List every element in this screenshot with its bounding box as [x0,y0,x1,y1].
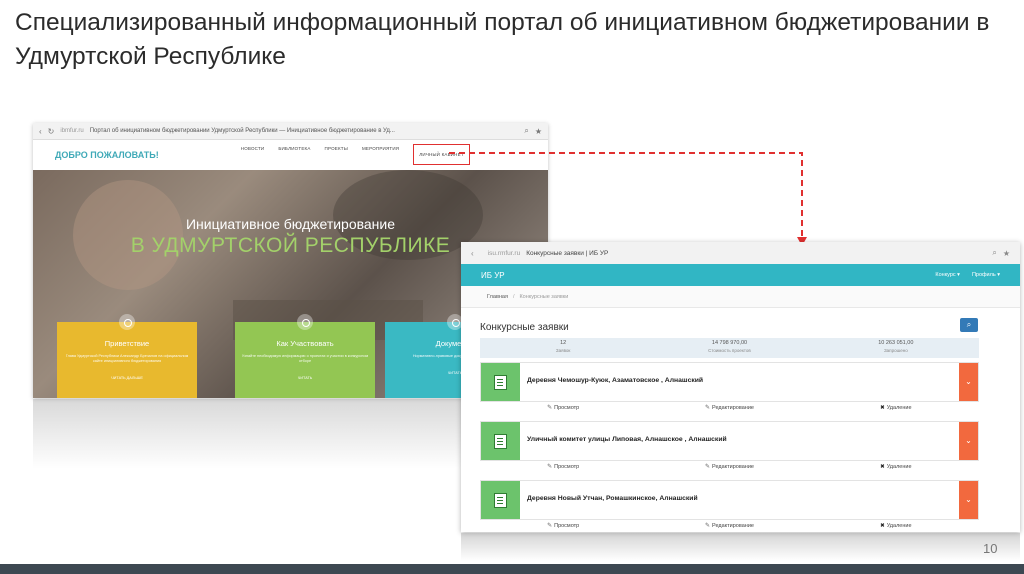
browser-bar: ‹ ↻ ibmfur.ru Портал об инициативном бюд… [33,123,548,140]
delete-link[interactable]: ✖ Удаление [813,461,979,474]
footer-bar [0,564,1024,574]
menu-item-library[interactable]: БИБЛИОТЕКА [278,146,310,165]
breadcrumb: Главная / Конкурсные заявки [461,286,1020,308]
chevron-down-icon[interactable]: ⌄ [959,481,978,519]
tab-title: Конкурсные заявки | ИБ УР [526,249,609,257]
search-icon[interactable]: ⌕ [524,126,528,136]
pencil-icon: ✎ [547,464,553,470]
card-how-to-participate[interactable]: Как Участвовать Узнайте необходимую инфо… [235,314,375,398]
address-bar[interactable]: ibmfur.ru [60,128,83,134]
stat-value: 10 263 051,00 [878,340,914,346]
view-link[interactable]: ✎ Просмотр [480,402,646,415]
stat-requested: 10 263 051,00 Запрошено [813,338,979,358]
chevron-down-icon[interactable]: ⌄ [959,422,978,460]
app-header: ИБ УР Конкурс ▾ Профиль ▾ [461,264,1020,286]
application-actions: ✎ Просмотр ✎ Редактирование ✖ Удаление [480,402,979,415]
edit-link[interactable]: ✎ Редактирование [646,402,812,415]
page-number: 10 [983,541,998,556]
view-link[interactable]: ✎ Просмотр [480,461,646,474]
pencil-icon: ✎ [547,523,553,529]
back-icon[interactable]: ‹ [471,249,474,258]
stat-value: 14 798 970,00 [711,340,748,346]
application-actions: ✎ Просмотр ✎ Редактирование ✖ Удаление [480,520,979,532]
bookmark-icon[interactable]: ★ [535,127,542,136]
delete-link[interactable]: ✖ Удаление [813,402,979,415]
edit-link[interactable]: ✎ Редактирование [646,520,812,532]
document-icon [481,363,520,401]
stat-label: Заявок [555,348,571,353]
main-menu: НОВОСТИ БИБЛИОТЕКА ПРОЕКТЫ МЕРОПРИЯТИЯ Л… [241,143,470,165]
card-title: Как Участвовать [276,339,334,348]
bookmark-icon[interactable]: ★ [1003,249,1010,258]
document-icon [481,481,520,519]
welcome-text: ДОБРО ПОЖАЛОВАТЬ! [55,150,159,160]
application-row[interactable]: Деревня Чемошур-Куюк, Азаматовское , Алн… [480,362,979,402]
pencil-icon: ✎ [547,405,553,411]
page-title: Конкурсные заявки [480,322,569,333]
back-icon[interactable]: ‹ [39,127,42,136]
menu-contest-dropdown[interactable]: Конкурс ▾ [935,272,960,278]
card-greeting[interactable]: Приветствие Глава Удмуртской Республики … [57,314,197,398]
search-button[interactable]: ⌕ [960,318,978,332]
pencil-icon: ✎ [705,523,711,529]
browser-bar: ‹ isu.rmfur.ru Конкурсные заявки | ИБ УР… [461,242,1020,264]
award-icon [119,314,135,330]
reload-icon[interactable]: ↻ [48,127,55,136]
card-text: Глава Удмуртской Республики Александр Бр… [65,354,189,363]
pencil-icon: ✎ [705,464,711,470]
stat-label: Запрошено [883,348,908,353]
menu-item-projects[interactable]: ПРОЕКТЫ [325,146,348,165]
document-icon [481,422,520,460]
menu-profile-dropdown[interactable]: Профиль ▾ [972,272,1000,278]
card-title: Приветствие [104,339,150,348]
stat-value: 12 [560,340,567,346]
close-icon: ✖ [880,464,885,470]
application-title: Уличный комитет улицы Липовая, Алнашское… [527,436,727,443]
screenshot-reflection [461,533,1020,561]
breadcrumb-home[interactable]: Главная [487,294,508,300]
slide-title: Специализированный информационный портал… [15,9,990,70]
application-row[interactable]: Уличный комитет улицы Липовая, Алнашское… [480,421,979,461]
card-read-more-link[interactable]: ЧИТАТЬ [241,376,369,380]
leaf-icon [297,314,313,330]
close-icon: ✖ [880,405,885,411]
card-read-more-link[interactable]: ЧИТАТЬ ДАЛЬШЕ [63,376,191,380]
application-row[interactable]: Деревня Новый Утчан, Ромашкинское, Алнаш… [480,480,979,520]
search-icon: ⌕ [966,320,972,329]
stats-bar: 12 Заявок 14 798 970,00 Стоимость проект… [480,338,979,358]
delete-link[interactable]: ✖ Удаление [813,520,979,532]
close-icon: ✖ [880,523,885,529]
search-icon[interactable]: ⌕ [992,248,996,258]
menu-item-events[interactable]: МЕРОПРИЯТИЯ [362,146,399,165]
card-text: Узнайте необходимую информацию о проекта… [241,354,369,363]
breadcrumb-current: Конкурсные заявки [519,293,569,300]
application-title: Деревня Чемошур-Куюк, Азаматовское , Алн… [527,377,704,384]
pencil-icon: ✎ [705,405,711,411]
tab-title: Портал об инициативном бюджетировании Уд… [89,128,395,134]
application-title: Деревня Новый Утчан, Ромашкинское, Алнаш… [527,495,698,502]
applications-page-screenshot: ‹ isu.rmfur.ru Конкурсные заявки | ИБ УР… [461,242,1020,532]
edit-link[interactable]: ✎ Редактирование [646,461,812,474]
stat-label: Стоимость проектов [708,348,751,353]
view-link[interactable]: ✎ Просмотр [480,520,646,532]
menu-item-news[interactable]: НОВОСТИ [241,146,265,165]
application-actions: ✎ Просмотр ✎ Редактирование ✖ Удаление [480,461,979,474]
stat-project-cost: 14 798 970,00 Стоимость проектов [646,338,812,358]
address-bar[interactable]: isu.rmfur.ru [488,250,521,257]
dashed-connector-arrow [449,152,807,246]
stat-applications: 12 Заявок [480,338,646,358]
app-name[interactable]: ИБ УР [481,271,505,280]
chevron-down-icon[interactable]: ⌄ [959,363,978,401]
